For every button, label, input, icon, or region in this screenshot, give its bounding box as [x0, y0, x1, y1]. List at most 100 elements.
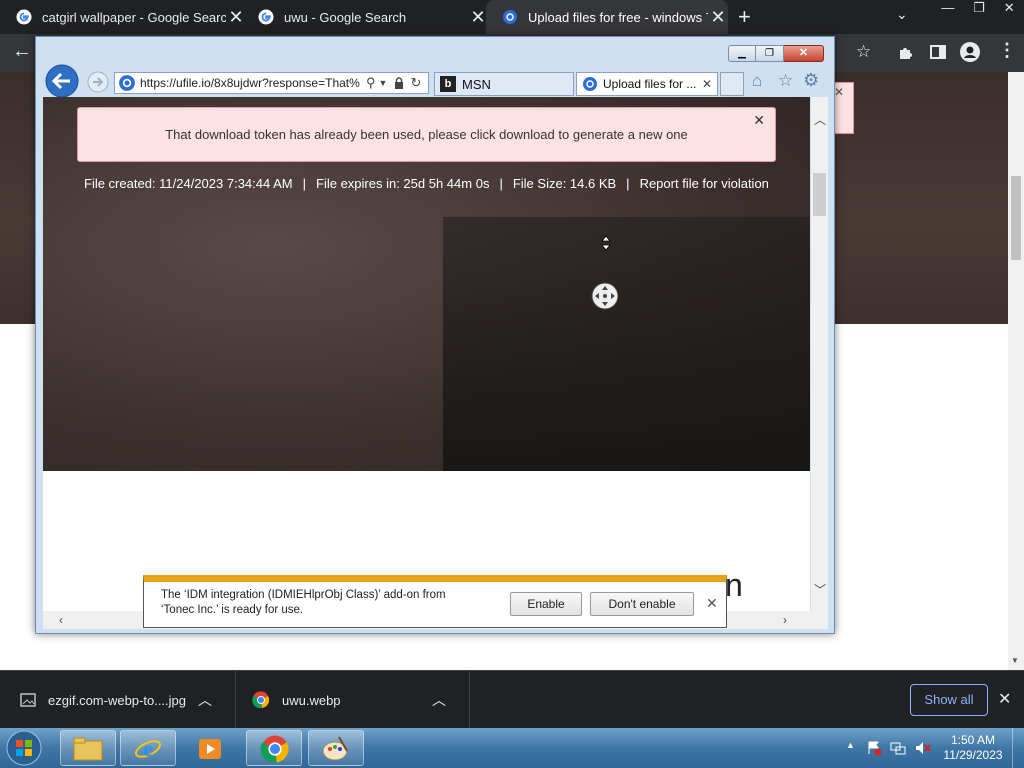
- report-file-link[interactable]: Report file for violation: [640, 176, 769, 191]
- dont-enable-button[interactable]: Don't enable: [590, 592, 694, 616]
- close-tab-icon[interactable]: ✕: [708, 7, 728, 28]
- taskbar-paint[interactable]: [308, 730, 364, 766]
- error-alert: That download token has already been use…: [77, 107, 776, 162]
- taskbar-chrome[interactable]: [246, 730, 302, 766]
- new-tab-icon[interactable]: +: [738, 4, 751, 30]
- chrome-icon: [260, 735, 289, 763]
- close-tab-icon[interactable]: ✕: [468, 7, 488, 28]
- chevron-up-icon[interactable]: ︿: [432, 690, 446, 710]
- tab-search-chevron-icon[interactable]: ⌄: [896, 6, 908, 23]
- close-alert-icon[interactable]: ✕: [753, 112, 765, 129]
- chrome-page-alert-edge: ✕: [834, 82, 854, 134]
- show-all-button[interactable]: Show all: [910, 684, 988, 716]
- close-icon[interactable]: ✕: [834, 85, 844, 99]
- ufile-icon: [583, 77, 597, 91]
- notification-line-2: ‘Tonec Inc.’ is ready for use.: [161, 604, 304, 616]
- restore-icon[interactable]: ❐: [756, 45, 784, 62]
- chevron-up-icon[interactable]: ︿: [198, 690, 212, 710]
- partial-heading-text: n: [725, 567, 743, 603]
- cliff-silhouette: [443, 217, 810, 471]
- minimize-icon[interactable]: —: [941, 0, 954, 18]
- notification-text: The ‘IDM integration (IDMIEHlprObj Class…: [161, 588, 471, 618]
- chrome-menu-icon[interactable]: ⋮: [998, 40, 1016, 61]
- resize-cursor-icon: [601, 235, 611, 251]
- google-icon: [16, 9, 32, 25]
- ie-address-bar[interactable]: https://ufile.io/8x8ujdwr?response=That%…: [114, 72, 429, 94]
- ie-page-content: That download token has already been use…: [43, 97, 810, 611]
- profile-avatar-icon[interactable]: [960, 42, 980, 62]
- ie-tab-ufile[interactable]: Upload files for ... ✕: [576, 72, 718, 96]
- bookmark-star-icon[interactable]: ☆: [856, 42, 871, 62]
- separator: |: [302, 176, 307, 191]
- ie-window-controls: ▁ ❐ ✕: [728, 45, 824, 62]
- download-item[interactable]: uwu.webp ︿: [236, 671, 470, 729]
- ie-back-button-icon[interactable]: [44, 64, 82, 98]
- side-panel-icon[interactable]: [930, 44, 946, 60]
- extensions-puzzle-icon[interactable]: [898, 44, 914, 60]
- start-orb-icon[interactable]: [4, 729, 44, 767]
- internet-explorer-icon: e: [134, 736, 162, 761]
- clock-time: 1:50 AM: [950, 733, 996, 747]
- separator: |: [499, 176, 503, 191]
- volume-muted-icon[interactable]: [914, 740, 932, 756]
- dropdown-arrow-icon[interactable]: ▼: [379, 78, 388, 88]
- file-expires: File expires in: 25d 5h 44m 0s: [316, 176, 490, 191]
- windows-taskbar: e ▲ 1:50 AM 11/29/2023: [0, 728, 1024, 768]
- close-window-icon[interactable]: ✕: [784, 45, 824, 62]
- ie-tab-msn[interactable]: b MSN: [434, 72, 574, 96]
- action-center-flag-icon[interactable]: [866, 740, 882, 756]
- tab-title: MSN: [462, 76, 491, 92]
- scroll-right-arrow-icon[interactable]: ›: [783, 613, 787, 627]
- msn-icon: b: [440, 76, 456, 92]
- ufile-icon: [503, 10, 517, 24]
- favorites-star-icon[interactable]: ☆: [778, 71, 793, 91]
- tray-expand-icon[interactable]: ▲: [846, 740, 855, 750]
- image-file-icon: [20, 693, 36, 707]
- home-icon[interactable]: ⌂: [752, 71, 762, 91]
- refresh-icon[interactable]: ↻: [410, 75, 421, 91]
- scroll-down-arrow-icon[interactable]: ﹀: [814, 581, 826, 598]
- enable-button[interactable]: Enable: [510, 592, 582, 616]
- chrome-tab-uwu[interactable]: uwu - Google Search ✕: [242, 0, 488, 34]
- taskbar-explorer[interactable]: [60, 730, 116, 766]
- ie-new-tab-button[interactable]: [720, 72, 744, 96]
- lock-icon[interactable]: [393, 77, 405, 89]
- tools-gear-icon[interactable]: ⚙: [803, 70, 819, 91]
- restore-icon[interactable]: ❐: [973, 0, 985, 18]
- close-tab-icon[interactable]: ✕: [702, 77, 712, 91]
- chrome-tab-catgirl[interactable]: catgirl wallpaper - Google Search ✕: [0, 0, 246, 34]
- addon-notification-bar: The ‘IDM integration (IDMIEHlprObj Class…: [143, 575, 727, 628]
- scroll-left-arrow-icon[interactable]: ‹: [59, 613, 63, 627]
- close-window-icon[interactable]: ✕: [1004, 0, 1015, 18]
- download-filename: uwu.webp: [282, 692, 341, 708]
- minimize-icon[interactable]: ▁: [728, 45, 756, 62]
- tab-title: catgirl wallpaper - Google Search: [42, 9, 226, 25]
- chrome-scrollbar[interactable]: ▼: [1008, 72, 1024, 670]
- search-icon[interactable]: ⚲: [366, 75, 376, 91]
- scroll-up-arrow-icon[interactable]: ︿: [814, 111, 826, 128]
- chrome-tab-ufile[interactable]: Upload files for free - windows 7 ✕: [486, 0, 728, 34]
- back-arrow-icon[interactable]: ←: [12, 40, 32, 63]
- close-notification-icon[interactable]: ✕: [706, 595, 718, 612]
- taskbar-media-player[interactable]: [182, 730, 238, 766]
- tab-title: uwu - Google Search: [284, 9, 407, 25]
- network-icon[interactable]: [890, 740, 906, 756]
- notification-line-1: The ‘IDM integration (IDMIEHlprObj Class…: [161, 589, 446, 601]
- ie-address-text: https://ufile.io/8x8ujdwr?response=That%: [140, 76, 360, 90]
- ie-scroll-thumb[interactable]: [813, 173, 826, 216]
- close-downloads-icon[interactable]: ✕: [998, 689, 1011, 709]
- folder-icon: [73, 737, 103, 761]
- chrome-scroll-thumb[interactable]: [1011, 176, 1021, 260]
- download-item[interactable]: ezgif.com-webp-to....jpg ︿: [0, 671, 236, 729]
- taskbar-ie[interactable]: e: [120, 730, 176, 766]
- ie-forward-button-icon[interactable]: [86, 71, 110, 93]
- svg-text:e: e: [143, 736, 153, 761]
- file-size: File Size: 14.6 KB: [512, 176, 617, 191]
- pan-scroll-icon: [591, 282, 619, 310]
- ufile-icon: [119, 75, 135, 91]
- ie-vertical-scrollbar[interactable]: ︿ ﹀: [811, 97, 828, 611]
- taskbar-clock[interactable]: 1:50 AM 11/29/2023: [940, 733, 1006, 763]
- file-info-bar: File created: 11/24/2023 7:34:44 AM | Fi…: [84, 176, 784, 191]
- show-desktop-button[interactable]: [1012, 728, 1024, 768]
- scroll-down-arrow-icon[interactable]: ▼: [1011, 656, 1019, 665]
